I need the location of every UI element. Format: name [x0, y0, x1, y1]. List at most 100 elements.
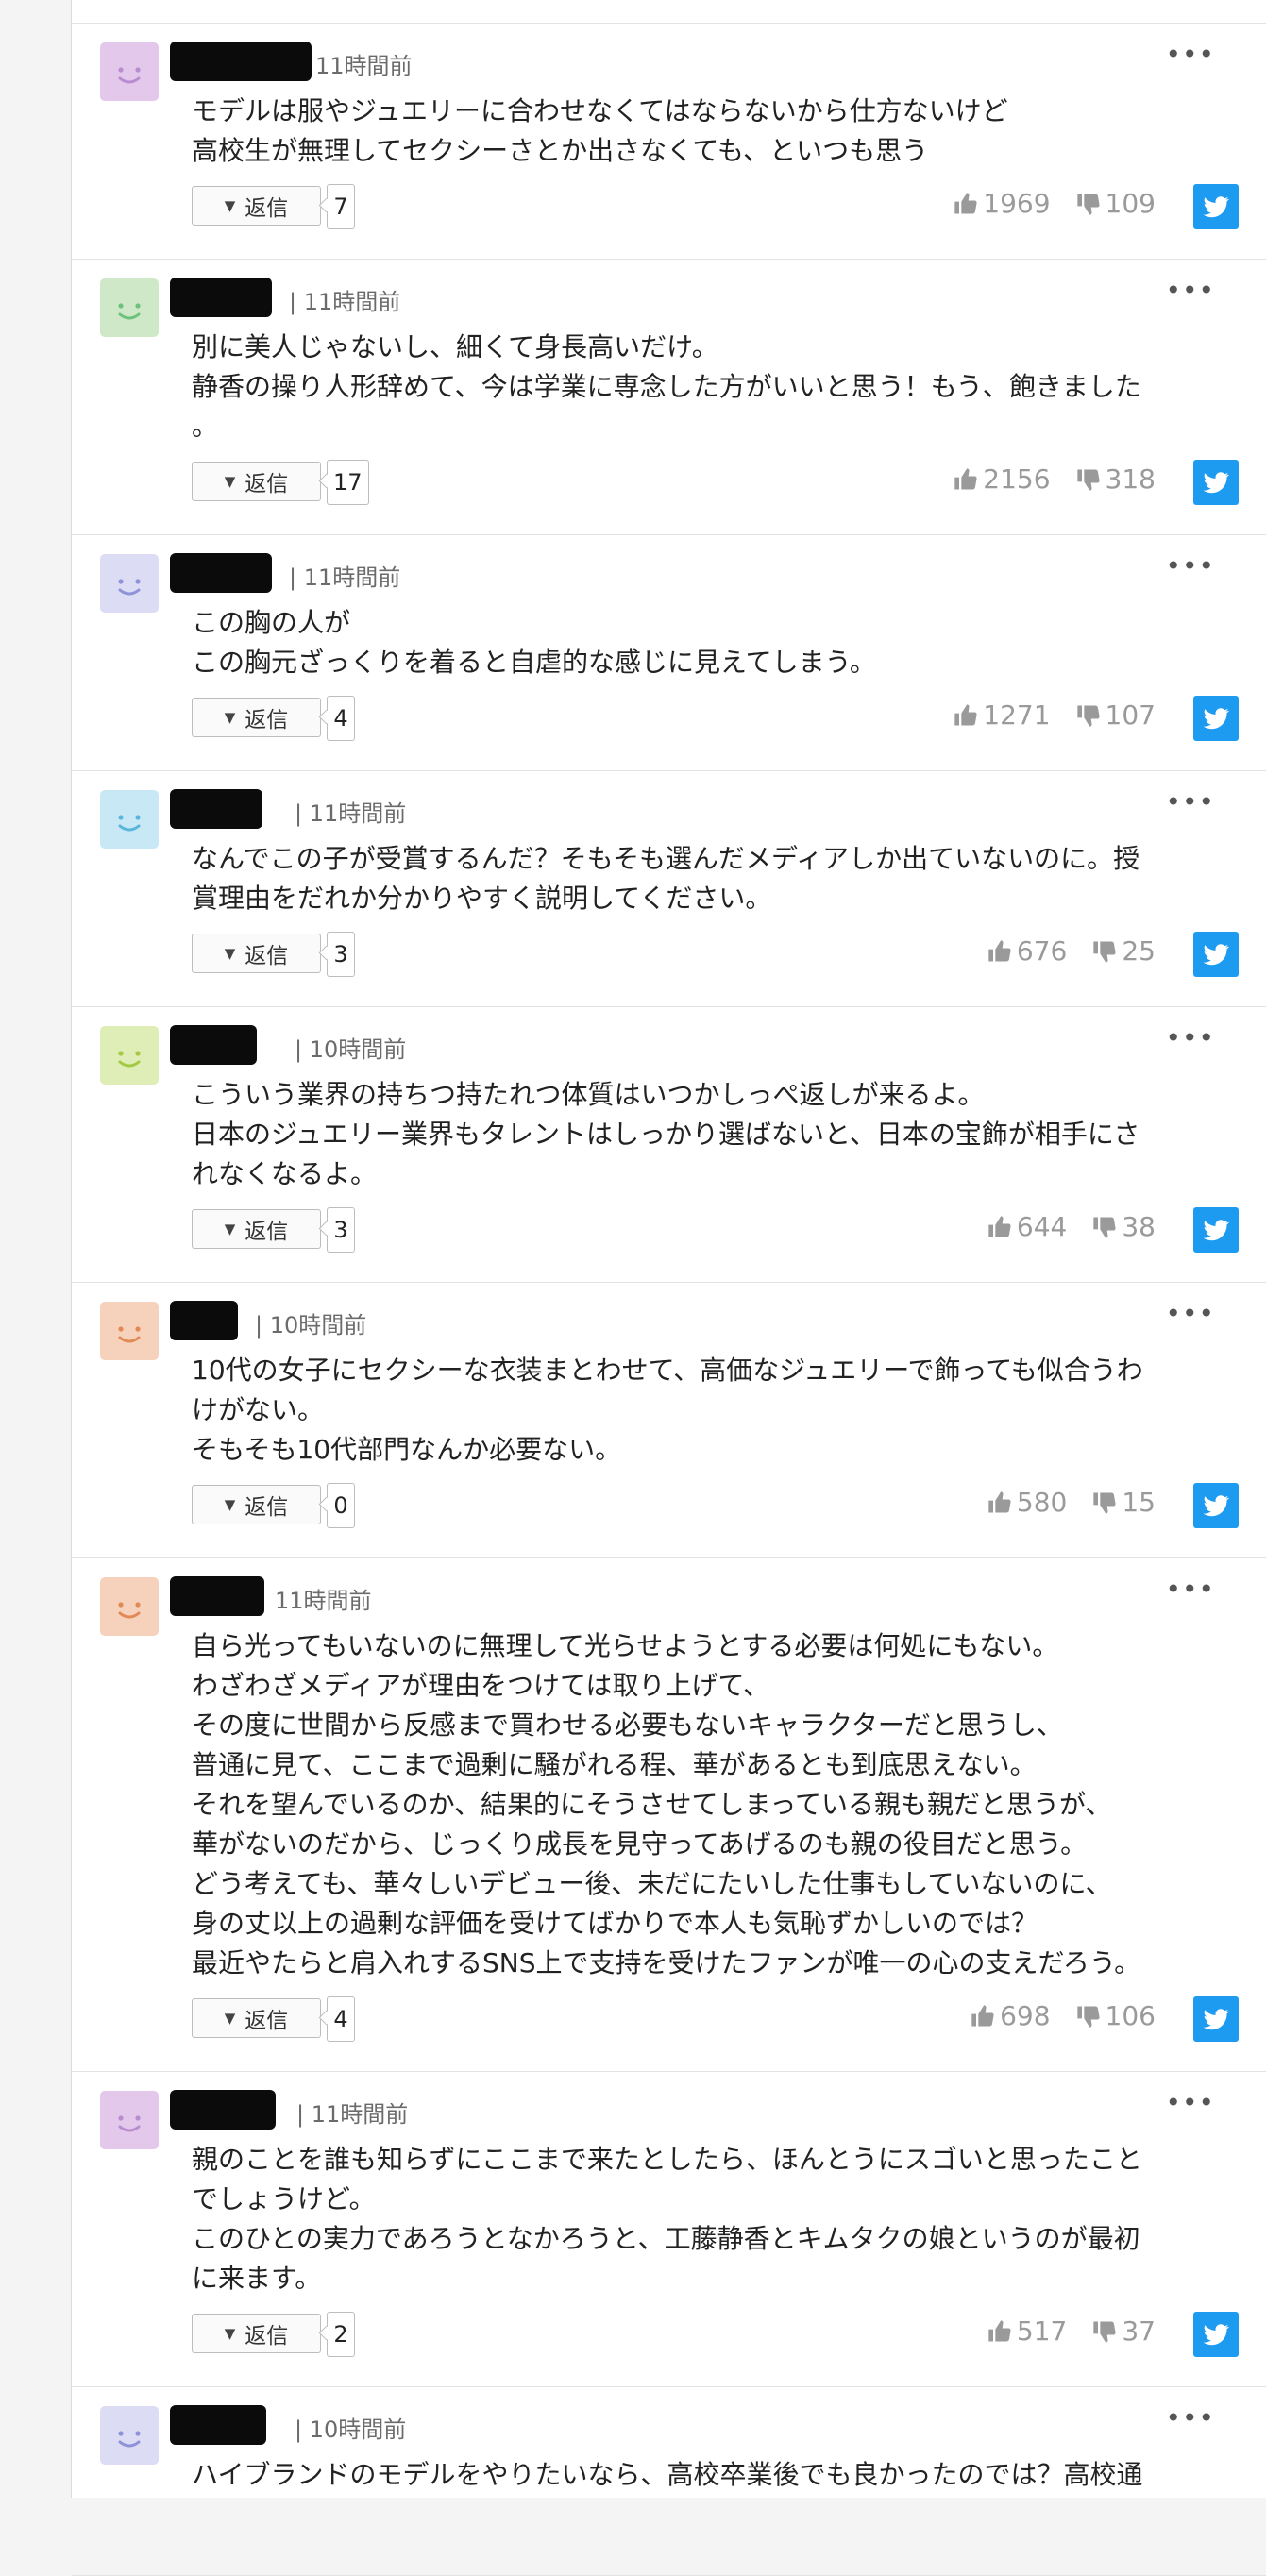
twitter-share-button[interactable]	[1193, 2312, 1239, 2357]
reply-button[interactable]: ▼ 返信	[192, 934, 321, 973]
vote-group: 644 38	[987, 1211, 1156, 1242]
username-redacted[interactable]	[170, 42, 312, 81]
time-text: 10時間前	[309, 1036, 407, 1063]
comment-card: | 11時間前 ••• この胸の人が この胸元ざっくりを着ると自虐的な感じに見えてしま…	[72, 535, 1266, 771]
dislike-count: 109	[1105, 188, 1156, 219]
avatar[interactable]	[100, 554, 159, 613]
dislike-button[interactable]: 15	[1091, 1487, 1156, 1518]
avatar[interactable]	[100, 2406, 159, 2465]
caret-down-icon: ▼	[224, 945, 236, 962]
avatar[interactable]	[100, 790, 159, 849]
username-redacted[interactable]	[170, 278, 272, 317]
time-text: 10時間前	[309, 2416, 407, 2443]
username-redacted[interactable]	[170, 1025, 257, 1065]
twitter-share-button[interactable]	[1193, 1207, 1239, 1253]
thumbs-up-icon	[987, 938, 1013, 965]
comment-line: 10代の女子にセクシーな衣装まとわせて、高価なジュエリーで飾っても似合うわ	[192, 1355, 1143, 1386]
like-button[interactable]: 1271	[953, 699, 1051, 731]
avatar[interactable]	[100, 1026, 159, 1085]
more-options-icon[interactable]: •••	[1165, 2402, 1215, 2433]
comment-line: ハイブランドのモデルをやりたいなら、高校卒業後でも良かったのでは？高校通	[192, 2459, 1143, 2490]
separator: |	[255, 1312, 270, 1339]
reply-count-badge: 4	[327, 1996, 355, 2042]
comment-line: けがない。	[192, 1394, 325, 1425]
reply-label: 返信	[245, 2324, 289, 2349]
separator: |	[295, 800, 310, 827]
like-button[interactable]: 644	[987, 1211, 1067, 1242]
separator: |	[296, 2101, 312, 2128]
vote-group: 580 15	[987, 1487, 1156, 1518]
username-redacted[interactable]	[170, 789, 262, 829]
dislike-button[interactable]: 37	[1091, 2315, 1156, 2347]
comment-body: 別に美人じゃないし、細くて身長高いだけ。 静香の操り人形辞めて、今は学業に専念した…	[192, 328, 1220, 446]
reply-label: 返信	[245, 2009, 289, 2033]
reply-button[interactable]: ▼ 返信	[192, 462, 321, 501]
like-button[interactable]: 2156	[953, 463, 1051, 495]
twitter-share-button[interactable]	[1193, 1996, 1239, 2042]
avatar[interactable]	[100, 42, 159, 101]
avatar[interactable]	[100, 278, 159, 337]
comment-actions: ▼ 返信 4 698 106	[72, 1996, 1266, 2044]
more-options-icon[interactable]: •••	[1165, 2087, 1215, 2118]
reply-button[interactable]: ▼ 返信	[192, 1209, 321, 1249]
comment-line: どう考えても、華々しいデビュー後、未だにたいした仕事もしていないのに、	[192, 1868, 1112, 1899]
more-options-icon[interactable]: •••	[1165, 275, 1215, 306]
twitter-bird-icon	[1201, 192, 1231, 222]
comment-actions: ▼ 返信 3 644 38	[72, 1207, 1266, 1254]
more-options-icon[interactable]: •••	[1165, 550, 1215, 581]
comment-actions: ▼ 返信 7 1969 109	[72, 184, 1266, 231]
username-redacted[interactable]	[170, 553, 272, 593]
dislike-button[interactable]: 318	[1075, 463, 1156, 495]
comment-actions: ▼ 返信 4 1271 107	[72, 696, 1266, 743]
avatar[interactable]	[100, 1302, 159, 1360]
reply-button[interactable]: ▼ 返信	[192, 1998, 321, 2038]
comment-line: この胸元ざっくりを着ると自虐的な感じに見えてしまう。	[192, 647, 876, 678]
reply-button[interactable]: ▼ 返信	[192, 698, 321, 737]
thumbs-down-icon	[1075, 466, 1102, 493]
more-options-icon[interactable]: •••	[1165, 39, 1215, 70]
username-redacted[interactable]	[170, 2405, 266, 2445]
comment-line: でしょうけど。	[192, 2183, 376, 2214]
reply-count-badge: 17	[327, 460, 369, 505]
avatar[interactable]	[100, 2091, 159, 2149]
comment-actions: ▼ 返信 2 517 37	[72, 2312, 1266, 2359]
username-redacted[interactable]	[170, 1576, 264, 1616]
caret-down-icon: ▼	[224, 2325, 236, 2342]
twitter-bird-icon	[1201, 703, 1231, 733]
dislike-button[interactable]: 106	[1075, 2000, 1156, 2031]
twitter-share-button[interactable]	[1193, 1483, 1239, 1528]
twitter-share-button[interactable]	[1193, 932, 1239, 977]
reply-button[interactable]: ▼ 返信	[192, 2314, 321, 2353]
reply-button[interactable]: ▼ 返信	[192, 1485, 321, 1524]
twitter-share-button[interactable]	[1193, 696, 1239, 741]
smiley-face-icon	[118, 815, 141, 832]
more-options-icon[interactable]: •••	[1165, 1022, 1215, 1053]
time-text: 11時間前	[311, 2101, 409, 2128]
separator: |	[289, 289, 304, 315]
more-options-icon[interactable]: •••	[1165, 1298, 1215, 1329]
thumbs-up-icon	[970, 2003, 996, 2029]
avatar[interactable]	[100, 1577, 159, 1636]
twitter-share-button[interactable]	[1193, 460, 1239, 505]
dislike-button[interactable]: 109	[1075, 188, 1156, 219]
separator: |	[295, 2416, 310, 2443]
like-button[interactable]: 676	[987, 935, 1067, 967]
dislike-button[interactable]: 25	[1091, 935, 1156, 967]
like-button[interactable]: 1969	[953, 188, 1051, 219]
dislike-button[interactable]: 38	[1091, 1211, 1156, 1242]
username-redacted[interactable]	[170, 1301, 238, 1340]
like-button[interactable]: 580	[987, 1487, 1067, 1518]
dislike-count: 25	[1122, 935, 1156, 967]
like-button[interactable]: 698	[970, 2000, 1051, 2031]
more-options-icon[interactable]: •••	[1165, 786, 1215, 817]
twitter-share-button[interactable]	[1193, 184, 1239, 229]
comment-actions: ▼ 返信 0 580 15	[72, 1483, 1266, 1530]
thumbs-up-icon	[987, 2318, 1013, 2345]
like-button[interactable]: 517	[987, 2315, 1067, 2347]
like-count: 580	[1016, 1487, 1068, 1518]
comment-line: 賞理由をだれか分かりやすく説明してください。	[192, 883, 772, 914]
dislike-button[interactable]: 107	[1075, 699, 1156, 731]
username-redacted[interactable]	[170, 2090, 276, 2130]
more-options-icon[interactable]: •••	[1165, 1574, 1215, 1605]
reply-button[interactable]: ▼ 返信	[192, 186, 321, 226]
